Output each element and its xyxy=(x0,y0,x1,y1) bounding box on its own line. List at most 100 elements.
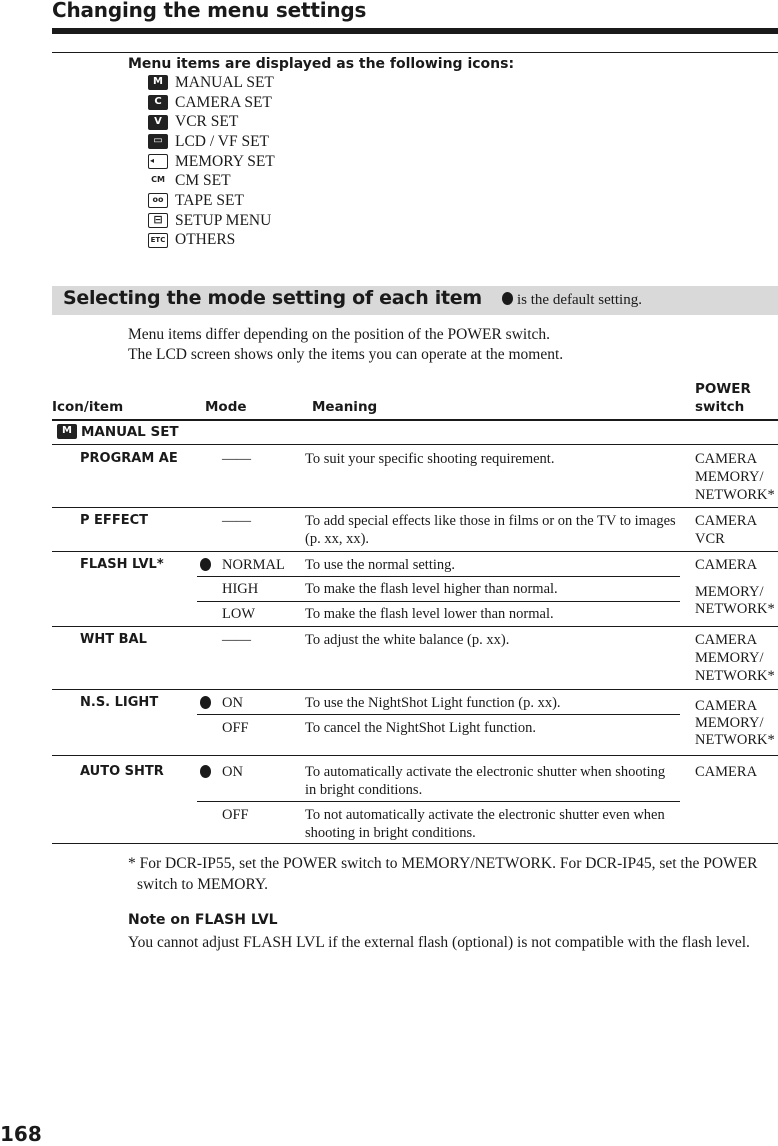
item-name: N.S. LIGHT xyxy=(80,695,159,710)
meaning-text: To adjust the white balance (p. xx). xyxy=(305,632,510,648)
row-divider xyxy=(52,551,778,552)
meaning-text: To automatically activate the electronic… xyxy=(305,764,666,798)
page-title: Changing the menu settings xyxy=(52,0,367,22)
cm-set-icon: CM xyxy=(151,174,165,184)
power-value: CAMERA xyxy=(695,632,758,648)
sub-row-divider xyxy=(197,714,680,715)
mode-value: —— xyxy=(222,451,251,467)
default-note-text: is the default setting. xyxy=(517,292,642,308)
item-name: PROGRAM AE xyxy=(80,451,178,466)
footnote: * For DCR-IP55, set the POWER switch to … xyxy=(128,855,758,893)
title-bar-divider xyxy=(52,28,778,34)
power-value: CAMERA xyxy=(695,698,758,714)
menu-icon-label: LCD / VF SET xyxy=(175,132,270,150)
intro-line: The LCD screen shows only the items you … xyxy=(128,346,564,363)
mode-value: OFF xyxy=(222,807,249,823)
meaning-text: To use the NightShot Light function (p. … xyxy=(305,695,561,711)
sub-row-divider xyxy=(197,576,680,577)
default-note: is the default setting. xyxy=(502,292,642,309)
note-body: You cannot adjust FLASH LVL if the exter… xyxy=(128,934,750,951)
menu-icon-label: SETUP MENU xyxy=(175,211,272,229)
meaning-text: To use the normal setting. xyxy=(305,557,455,573)
table-bottom-rule xyxy=(52,843,778,844)
others-icon: ETC xyxy=(148,232,168,248)
menu-icon-label: CM SET xyxy=(175,172,231,190)
default-dot-icon xyxy=(200,558,211,571)
power-value: MEMORY/ xyxy=(695,650,764,666)
power-value: VCR xyxy=(695,531,725,547)
mode-value: HIGH xyxy=(222,581,259,597)
header-power-line1: POWER xyxy=(695,381,751,397)
mode-value: ON xyxy=(222,695,243,711)
power-value: NETWORK* xyxy=(695,487,775,503)
setup-menu-icon: ⊟ xyxy=(148,213,168,229)
list-item: oo TAPE SET xyxy=(148,191,275,211)
vcr-set-icon: V xyxy=(148,114,168,130)
header-rule xyxy=(52,419,778,421)
header-icon-item: Icon/item xyxy=(52,399,124,415)
list-item: ETC OTHERS xyxy=(148,231,275,251)
group-label: MANUAL SET xyxy=(81,424,179,440)
default-dot-icon xyxy=(502,292,513,305)
mode-value: —— xyxy=(222,513,251,529)
mode-value: ON xyxy=(222,764,243,780)
mode-value: NORMAL xyxy=(222,557,285,573)
header-power-line2: switch xyxy=(695,399,745,415)
title-rule-divider xyxy=(52,52,778,53)
mode-value: OFF xyxy=(222,720,249,736)
power-value: NETWORK* xyxy=(695,732,775,748)
item-name: FLASH LVL* xyxy=(80,557,164,572)
power-value: MEMORY/ xyxy=(695,584,764,600)
mode-value: LOW xyxy=(222,606,256,622)
power-value: CAMERA xyxy=(695,557,758,573)
power-value: CAMERA xyxy=(695,764,758,780)
manual-set-icon: M xyxy=(148,75,168,91)
list-item: CM CM SET xyxy=(148,171,275,191)
icons-intro: Menu items are displayed as the followin… xyxy=(128,56,515,72)
meaning-text: To suit your specific shooting requireme… xyxy=(305,451,555,467)
list-item: ⊟ SETUP MENU xyxy=(148,211,275,231)
menu-icon-label: MANUAL SET xyxy=(175,73,274,91)
menu-icon-label: OTHERS xyxy=(175,231,236,249)
power-value: MEMORY/ xyxy=(695,469,764,485)
meaning-text: To make the flash level lower than norma… xyxy=(305,606,554,622)
power-value: NETWORK* xyxy=(695,668,775,684)
meaning-text: To not automatically activate the electr… xyxy=(305,807,665,841)
menu-icon-label: MEMORY SET xyxy=(175,152,275,170)
mode-value: —— xyxy=(222,632,251,648)
header-mode: Mode xyxy=(205,399,247,415)
power-value: MEMORY/ xyxy=(695,715,764,731)
intro-line: Menu items differ depending on the posit… xyxy=(128,326,551,343)
meaning-text: To cancel the NightShot Light function. xyxy=(305,720,536,736)
list-item: V VCR SET xyxy=(148,112,275,132)
menu-icon-label: CAMERA SET xyxy=(175,93,272,111)
row-divider xyxy=(52,444,778,445)
list-item: M MANUAL SET xyxy=(148,73,275,93)
menu-icon-list: M MANUAL SET C CAMERA SET V VCR SET ▭ LCD / … xyxy=(148,73,275,250)
intro-paragraph: Menu items differ depending on the posit… xyxy=(128,325,563,365)
power-value: CAMERA xyxy=(695,451,758,467)
list-item: C CAMERA SET xyxy=(148,93,275,113)
sub-row-divider xyxy=(197,801,680,802)
row-divider xyxy=(52,689,778,690)
row-divider xyxy=(52,626,778,627)
header-meaning: Meaning xyxy=(312,399,378,415)
list-item: ▭ LCD / VF SET xyxy=(148,132,275,152)
menu-icon-label: TAPE SET xyxy=(175,191,244,209)
row-divider xyxy=(52,507,778,508)
item-name: WHT BAL xyxy=(80,632,147,647)
menu-icon-label: VCR SET xyxy=(175,113,239,131)
default-dot-icon xyxy=(200,765,211,778)
tape-set-icon: oo xyxy=(148,193,168,209)
page-number: 168 xyxy=(0,1122,42,1146)
item-name: AUTO SHTR xyxy=(80,764,164,779)
row-divider xyxy=(52,755,778,756)
memory-set-icon: ◂ xyxy=(148,154,168,170)
manual-set-icon: M xyxy=(57,424,77,439)
power-value: CAMERA xyxy=(695,513,758,529)
sub-row-divider xyxy=(197,601,680,602)
item-name: P EFFECT xyxy=(80,513,148,528)
lcd-vf-set-icon: ▭ xyxy=(148,134,168,150)
list-item: ◂ MEMORY SET xyxy=(148,152,275,172)
section-title: Selecting the mode setting of each item xyxy=(63,287,482,309)
